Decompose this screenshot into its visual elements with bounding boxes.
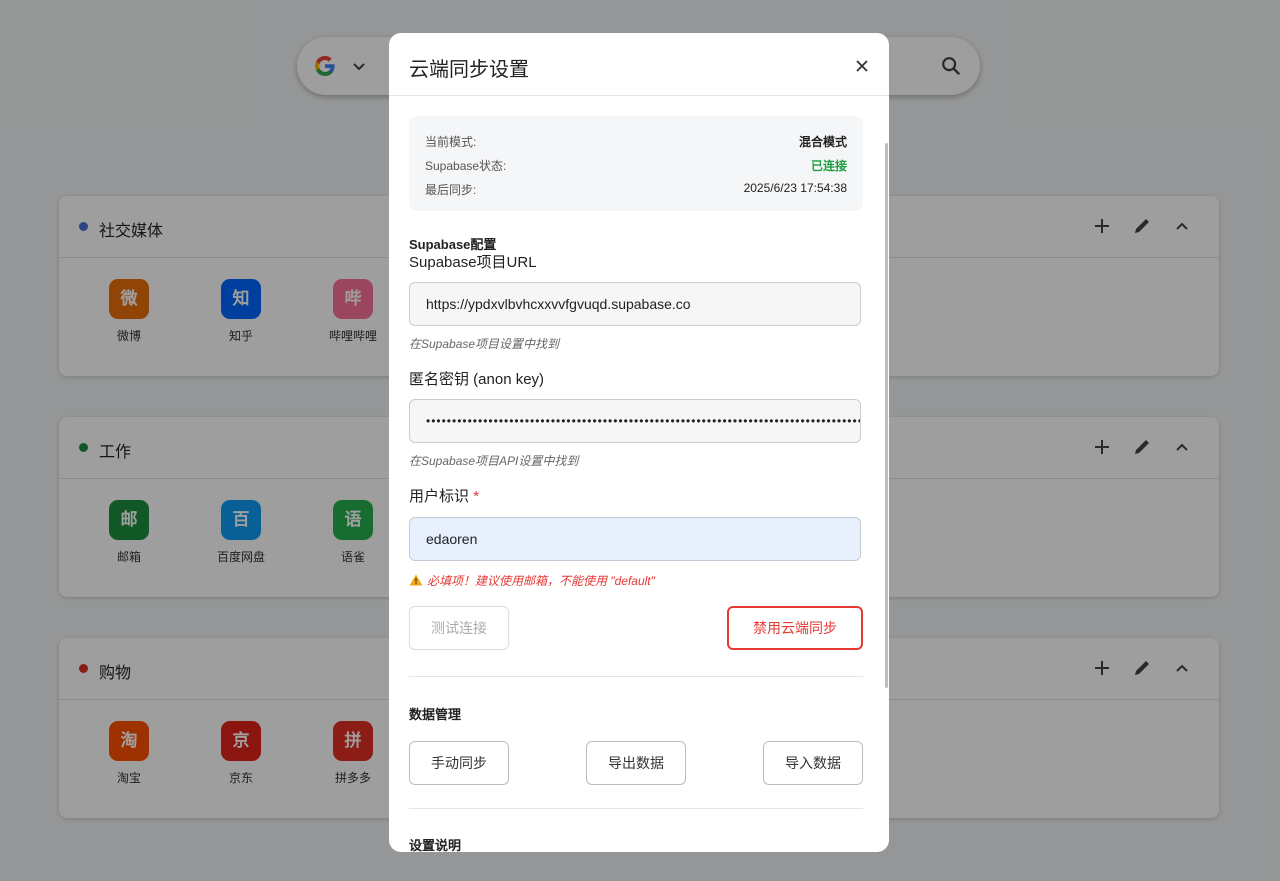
data-management-heading: 数据管理 — [409, 707, 462, 722]
manual-sync-button[interactable]: 手动同步 — [409, 741, 509, 785]
sync-status-panel: 当前模式: 混合模式 Supabase状态: 已连接 最后同步: 2025/6/… — [409, 116, 863, 211]
user-id-label: 用户标识 * — [409, 485, 479, 506]
url-label: Supabase项目URL — [409, 254, 537, 271]
close-icon[interactable] — [855, 59, 869, 73]
status-row-supabase: Supabase状态: 已连接 — [425, 157, 847, 175]
required-mark: * — [473, 488, 480, 505]
status-value-connected: 已连接 — [810, 159, 847, 173]
url-hint: 在Supabase项目设置中找到 — [409, 337, 560, 351]
disable-cloud-sync-button[interactable]: 禁用云端同步 — [727, 606, 863, 650]
status-row-last-sync: 最后同步: 2025/6/23 17:54:38 — [425, 181, 847, 199]
cloud-sync-settings-dialog: 云端同步设置 当前模式: 混合模式 Supabase状态: 已连接 最后同步: … — [389, 33, 889, 852]
status-label: Supabase状态: — [425, 159, 507, 173]
user-id-input[interactable]: edaoren — [409, 517, 861, 561]
divider — [409, 676, 863, 677]
status-label: 最后同步: — [425, 183, 477, 197]
user-id-warning-text: 必填项！建议使用邮箱，不能使用 "default" — [427, 574, 655, 588]
user-id-label-text: 用户标识 — [409, 488, 470, 505]
supabase-url-input[interactable]: https://ypdxvlbvhcxxvvfgvuqd.supabase.co — [409, 282, 861, 326]
status-value: 2025/6/23 17:54:38 — [743, 181, 847, 195]
anon-key-input[interactable]: ••••••••••••••••••••••••••••••••••••••••… — [409, 399, 861, 443]
dialog-header: 云端同步设置 — [389, 33, 889, 96]
status-row-mode: 当前模式: 混合模式 — [425, 133, 847, 151]
settings-help-heading: 设置说明 — [409, 838, 462, 852]
divider — [409, 808, 863, 809]
status-value: 混合模式 — [798, 135, 847, 149]
warning-icon — [409, 574, 423, 586]
user-id-warning: 必填项！建议使用邮箱，不能使用 "default" — [409, 572, 655, 589]
dialog-title: 云端同步设置 — [409, 59, 529, 81]
import-data-button[interactable]: 导入数据 — [763, 741, 863, 785]
status-label: 当前模式: — [425, 135, 477, 149]
anon-key-label: 匿名密钥 (anon key) — [409, 371, 545, 388]
test-connection-button[interactable]: 测试连接 — [409, 606, 509, 650]
dialog-scrollbar[interactable] — [885, 143, 888, 688]
anon-key-hint: 在Supabase项目API设置中找到 — [409, 454, 579, 468]
export-data-button[interactable]: 导出数据 — [586, 741, 686, 785]
